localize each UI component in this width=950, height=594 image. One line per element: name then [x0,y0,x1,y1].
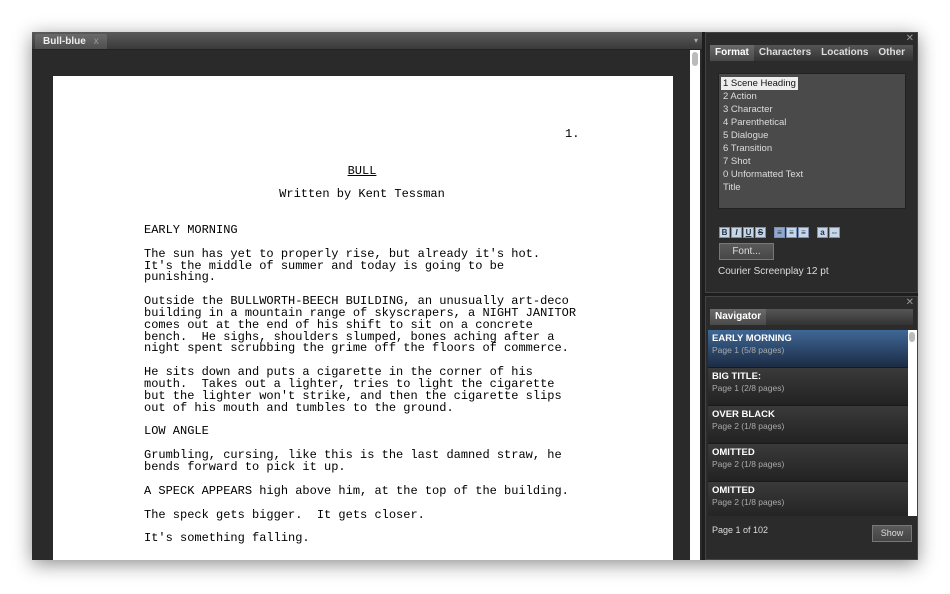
underline-icon[interactable]: U [743,227,754,238]
font-button[interactable]: Font... [719,243,774,260]
element-item[interactable]: 0 Unformatted Text [721,168,805,181]
format-panel: ✕ Format Characters Locations Other 1 Scene… [705,32,918,293]
document-scrollbar[interactable] [690,50,700,560]
scene-pages: Page 2 (1/8 pages) [712,497,785,507]
app-window: Bull-blue x ▾ 1. BULL Written by Kent Tes… [32,32,918,560]
action-paragraph: Outside the BULLWORTH-BEECH BUILDING, an… [144,294,577,356]
italic-icon[interactable]: I [731,227,742,238]
document-tab[interactable]: Bull-blue x [35,34,107,49]
align-left-icon[interactable]: ≡ [774,227,785,238]
script-text: 1. BULL Written by Kent Tessman EARLY MO… [144,76,604,544]
scene-pages: Page 2 (1/8 pages) [712,459,785,469]
scene-title: OMITTED [712,485,755,496]
navigator-item[interactable]: EARLY MORNING Page 1 (5/8 pages) [708,330,908,368]
navigator-item[interactable]: OMITTED Page 2 (1/8 pages) [708,482,908,516]
element-item[interactable]: 7 Shot [721,155,752,168]
swap-icon[interactable]: ⇔ [829,227,840,238]
page-number: 1. [565,127,580,141]
scene-pages: Page 1 (5/8 pages) [712,345,785,355]
element-item[interactable]: 6 Transition [721,142,774,155]
document-tabbar: Bull-blue x ▾ [32,32,702,50]
navigator-panel: ✕ Navigator EARLY MORNING Page 1 (5/8 pag… [705,296,918,560]
format-toolbar: B I U S ≡ ≡ ≡ a ⇔ [719,222,841,240]
element-item[interactable]: 2 Action [721,90,759,103]
scene-title: OMITTED [712,447,755,458]
strikethrough-icon[interactable]: S [755,227,766,238]
scene-pages: Page 1 (2/8 pages) [712,383,785,393]
action-paragraph: The speck gets bigger. It gets closer. [144,507,425,522]
action-paragraph: A SPECK APPEARS high above him, at the t… [144,483,569,498]
navigator-list: EARLY MORNING Page 1 (5/8 pages) BIG TITLE… [708,330,908,516]
script-byline: Written by Kent Tessman [279,187,445,201]
tab-locations[interactable]: Locations [816,45,873,61]
element-item[interactable]: 3 Character [721,103,775,116]
action-paragraph: Grumbling, cursing, like this is the las… [144,448,562,474]
close-icon[interactable]: ✕ [906,33,914,44]
tab-other[interactable]: Other [873,45,910,61]
align-right-icon[interactable]: ≡ [798,227,809,238]
navigator-scrollbar[interactable] [908,330,917,516]
format-tabs: Format Characters Locations Other [710,45,913,61]
action-paragraph: It's something falling. [144,531,310,546]
close-icon[interactable]: x [94,36,99,47]
tab-characters[interactable]: Characters [754,45,816,61]
tab-format[interactable]: Format [710,45,754,61]
script-title: BULL [347,164,377,178]
font-description: Courier Screenplay 12 pt [718,266,829,277]
scrollbar-thumb[interactable] [909,332,915,342]
close-icon[interactable]: ✕ [906,297,914,308]
element-item[interactable]: 1 Scene Heading [721,77,798,90]
document-pane: Bull-blue x ▾ 1. BULL Written by Kent Tes… [32,32,702,560]
element-item[interactable]: 5 Dialogue [721,129,770,142]
scrollbar-thumb[interactable] [692,52,698,66]
align-center-icon[interactable]: ≡ [786,227,797,238]
navigator-item[interactable]: OMITTED Page 2 (1/8 pages) [708,444,908,482]
tab-navigator[interactable]: Navigator [710,309,767,325]
page-info: Page 1 of 102 [712,525,769,535]
scene-title: EARLY MORNING [712,333,792,344]
change-case-icon[interactable]: a [817,227,828,238]
scene-title: BIG TITLE: [712,371,762,382]
script-page[interactable]: 1. BULL Written by Kent Tessman EARLY MO… [53,76,673,560]
navigator-item[interactable]: BIG TITLE: Page 1 (2/8 pages) [708,368,908,406]
tab-title: Bull-blue [43,36,86,47]
element-item[interactable]: 4 Parenthetical [721,116,788,129]
scene-heading: EARLY MORNING [144,223,238,237]
tab-menu-icon[interactable]: ▾ [694,36,698,45]
navigator-tabs: Navigator [710,309,913,325]
element-item[interactable]: Title [721,181,743,194]
shot-heading: LOW ANGLE [144,424,209,439]
action-paragraph: He sits down and puts a cigarette in the… [144,365,562,415]
element-list: 1 Scene Heading 2 Action 3 Character 4 Pare… [718,73,906,209]
show-button[interactable]: Show [872,525,912,542]
scene-pages: Page 2 (1/8 pages) [712,421,785,431]
bold-icon[interactable]: B [719,227,730,238]
action-paragraph: The sun has yet to properly rise, but al… [144,246,541,285]
navigator-item[interactable]: OVER BLACK Page 2 (1/8 pages) [708,406,908,444]
scene-title: OVER BLACK [712,409,775,420]
